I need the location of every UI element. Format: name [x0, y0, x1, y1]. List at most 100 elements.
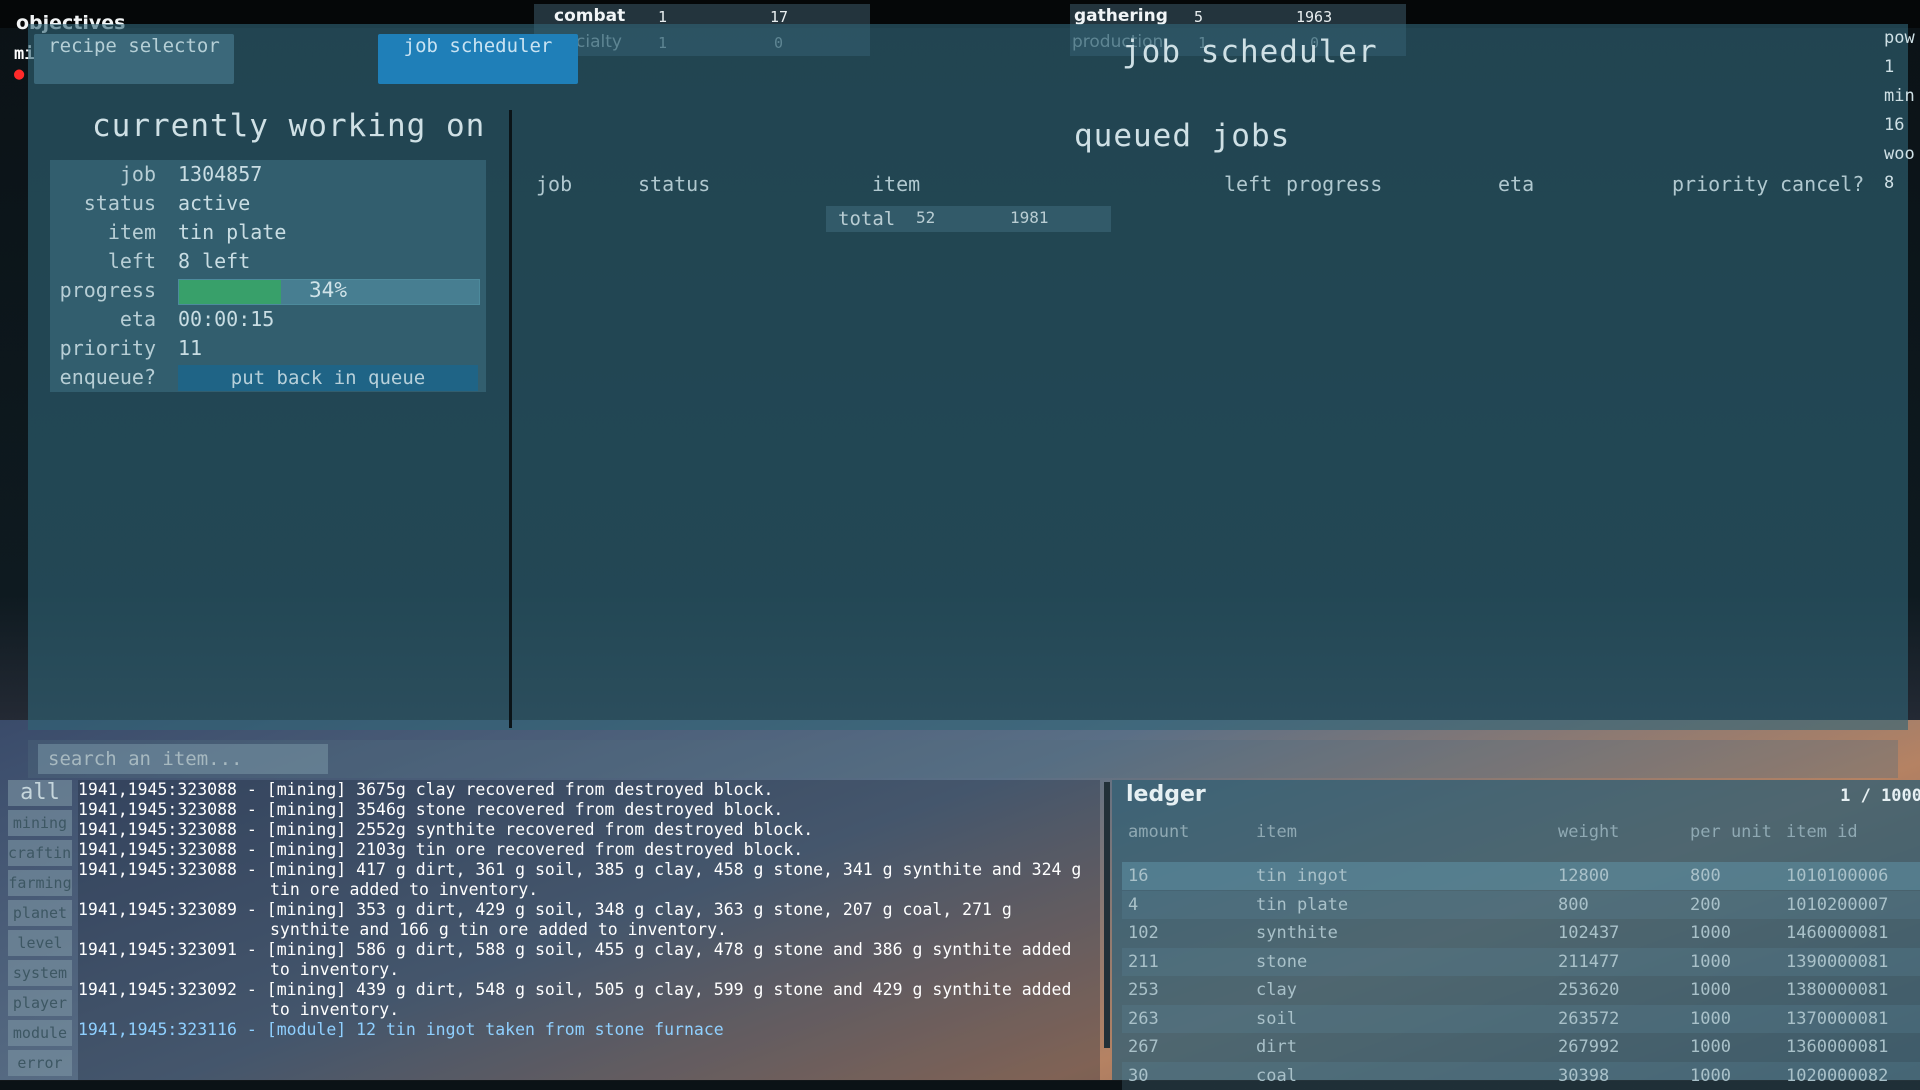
filter-player[interactable]: player — [8, 990, 72, 1016]
log-entry: 1941,1945:323091 - [mining] 586 g dirt, … — [78, 940, 1100, 980]
ledger-weight: 30398 — [1558, 1065, 1610, 1086]
panel-title: job scheduler — [1122, 34, 1378, 70]
col-eta[interactable]: eta — [1498, 172, 1534, 196]
left-value: 8 left — [178, 249, 251, 273]
ledger-row[interactable]: 211 stone 211477 1000 1390000081 — [1122, 947, 1920, 976]
right-stat: woo — [1884, 144, 1915, 164]
ledger-row[interactable]: 253 clay 253620 1000 1380000081 — [1122, 976, 1920, 1004]
log-entry: 1941,1945:323116 - [module] 12 tin ingot… — [78, 1020, 1100, 1040]
row-label: priority — [59, 336, 156, 360]
log-timestamp: 1941,1945:323088 — [78, 780, 237, 799]
ledger-row[interactable]: 30 coal 30398 1000 1020000082 — [1122, 1061, 1920, 1090]
log-separator: - — [236, 800, 267, 819]
col-cancel[interactable]: cancel? — [1780, 172, 1864, 196]
log-message: [mining] 3546g stone recovered from dest… — [266, 800, 784, 819]
ledger-row[interactable]: 102 synthite 102437 1000 1460000081 — [1122, 919, 1920, 947]
ledger-item-id: 1380000081 — [1786, 980, 1889, 1000]
ledger-amount: 253 — [1128, 980, 1159, 1000]
ledger-item: tin ingot — [1256, 866, 1349, 886]
ledger-item: tin plate — [1256, 894, 1349, 915]
row-status: status active — [50, 189, 486, 218]
total-b: 1981 — [1010, 208, 1049, 227]
row-item: item tin plate — [50, 218, 486, 247]
log-separator: - — [236, 820, 267, 839]
right-stat: 16 — [1884, 115, 1905, 135]
log-separator: - — [236, 1020, 267, 1039]
col-job[interactable]: job — [536, 172, 572, 196]
log-scrollbar[interactable] — [1104, 782, 1110, 1048]
ledger-per-unit: 1000 — [1690, 1065, 1731, 1086]
log-entry: 1941,1945:323088 - [mining] 2552g synthi… — [78, 820, 1100, 840]
ledger-col-item[interactable]: item — [1256, 822, 1297, 842]
ledger-amount: 102 — [1128, 923, 1159, 943]
ledger-amount: 211 — [1128, 951, 1159, 972]
col-item[interactable]: item — [872, 172, 920, 196]
log-entry: 1941,1945:323088 - [mining] 417 g dirt, … — [78, 860, 1100, 900]
event-log[interactable]: 1941,1945:323088 - [mining] 3675g clay r… — [78, 780, 1100, 1080]
ledger-item: stone — [1256, 951, 1308, 972]
right-stat: pow — [1884, 28, 1915, 48]
ledger-item-id: 1370000081 — [1786, 1008, 1889, 1029]
filter-mining[interactable]: mining — [8, 810, 72, 836]
col-left[interactable]: left — [1224, 172, 1272, 196]
col-status[interactable]: status — [638, 172, 710, 196]
log-message: [mining] 439 g dirt, 548 g soil, 505 g c… — [266, 980, 1072, 1019]
ledger-amount: 16 — [1128, 866, 1149, 886]
log-separator: - — [236, 780, 267, 799]
panel-divider — [509, 110, 512, 728]
filter-planet[interactable]: planet — [8, 900, 72, 926]
row-label: left — [107, 249, 156, 273]
log-timestamp: 1941,1945:323088 — [78, 800, 237, 819]
filter-error[interactable]: error — [8, 1050, 72, 1076]
ledger-weight: 12800 — [1558, 866, 1610, 886]
filter-crafting[interactable]: crafting — [8, 840, 72, 866]
ledger-row[interactable]: 4 tin plate 800 200 1010200007 — [1122, 890, 1920, 919]
filter-level[interactable]: level — [8, 930, 72, 956]
ledger-per-unit: 1000 — [1690, 980, 1731, 1000]
log-message: [mining] 3675g clay recovered from destr… — [266, 780, 774, 799]
tab-job-scheduler[interactable]: job scheduler — [378, 34, 578, 84]
log-entry: 1941,1945:323088 - [mining] 3546g stone … — [78, 800, 1100, 820]
ledger-col-amount[interactable]: amount — [1128, 822, 1189, 842]
total-a: 52 — [916, 208, 936, 227]
ledger-weight: 102437 — [1558, 923, 1620, 943]
filter-system[interactable]: system — [8, 960, 72, 986]
alert-indicator: ● — [14, 64, 25, 84]
ledger-col-weight[interactable]: weight — [1558, 822, 1619, 842]
log-message: [mining] 417 g dirt, 361 g soil, 385 g c… — [266, 860, 1082, 899]
filter-farming[interactable]: farming — [8, 870, 72, 896]
ledger-col-item-id[interactable]: item id — [1786, 822, 1858, 842]
ledger-per-unit: 1000 — [1690, 1008, 1731, 1029]
log-timestamp: 1941,1945:323088 — [78, 860, 237, 879]
ledger-item-id: 1460000081 — [1786, 923, 1889, 943]
search-input[interactable]: search an item... — [38, 744, 328, 774]
log-separator: - — [236, 840, 267, 859]
tab-recipe-selector[interactable]: recipe selector — [34, 34, 234, 84]
ledger-weight: 253620 — [1558, 980, 1620, 1000]
filter-all[interactable]: all — [8, 780, 72, 806]
filter-module[interactable]: module — [8, 1020, 72, 1046]
total-label: total — [838, 208, 896, 230]
col-priority[interactable]: priority — [1672, 172, 1768, 196]
ledger-weight: 267992 — [1558, 1037, 1620, 1057]
ledger-item: coal — [1256, 1065, 1297, 1086]
ledger-col-per-unit[interactable]: per unit — [1690, 822, 1772, 842]
item-value: tin plate — [178, 220, 287, 244]
row-priority: priority 11 — [50, 334, 486, 363]
ledger-weight: 211477 — [1558, 951, 1620, 972]
ledger-item-id: 1020000082 — [1786, 1065, 1889, 1086]
stat-name: combat — [554, 6, 626, 26]
ledger-row[interactable]: 267 dirt 267992 1000 1360000081 — [1122, 1033, 1920, 1061]
log-separator: - — [236, 940, 267, 959]
row-label: enqueue? — [59, 365, 156, 389]
put-back-in-queue-button[interactable]: put back in queue — [178, 365, 478, 391]
right-edge-stats: pow 1 min 16 woo 8 — [1884, 28, 1920, 202]
col-progress[interactable]: progress — [1286, 172, 1382, 196]
right-stat: 8 — [1884, 173, 1895, 193]
ledger-row[interactable]: 263 soil 263572 1000 1370000081 — [1122, 1004, 1920, 1033]
ledger-row[interactable]: 16 tin ingot 12800 800 1010100006 — [1122, 862, 1920, 890]
ledger-item-id: 1010200007 — [1786, 894, 1889, 915]
log-message: [mining] 586 g dirt, 588 g soil, 455 g c… — [266, 940, 1072, 979]
row-label: job — [119, 162, 156, 186]
ledger-panel: ledger 1 / 1000 amount item weight per u… — [1112, 780, 1920, 1090]
